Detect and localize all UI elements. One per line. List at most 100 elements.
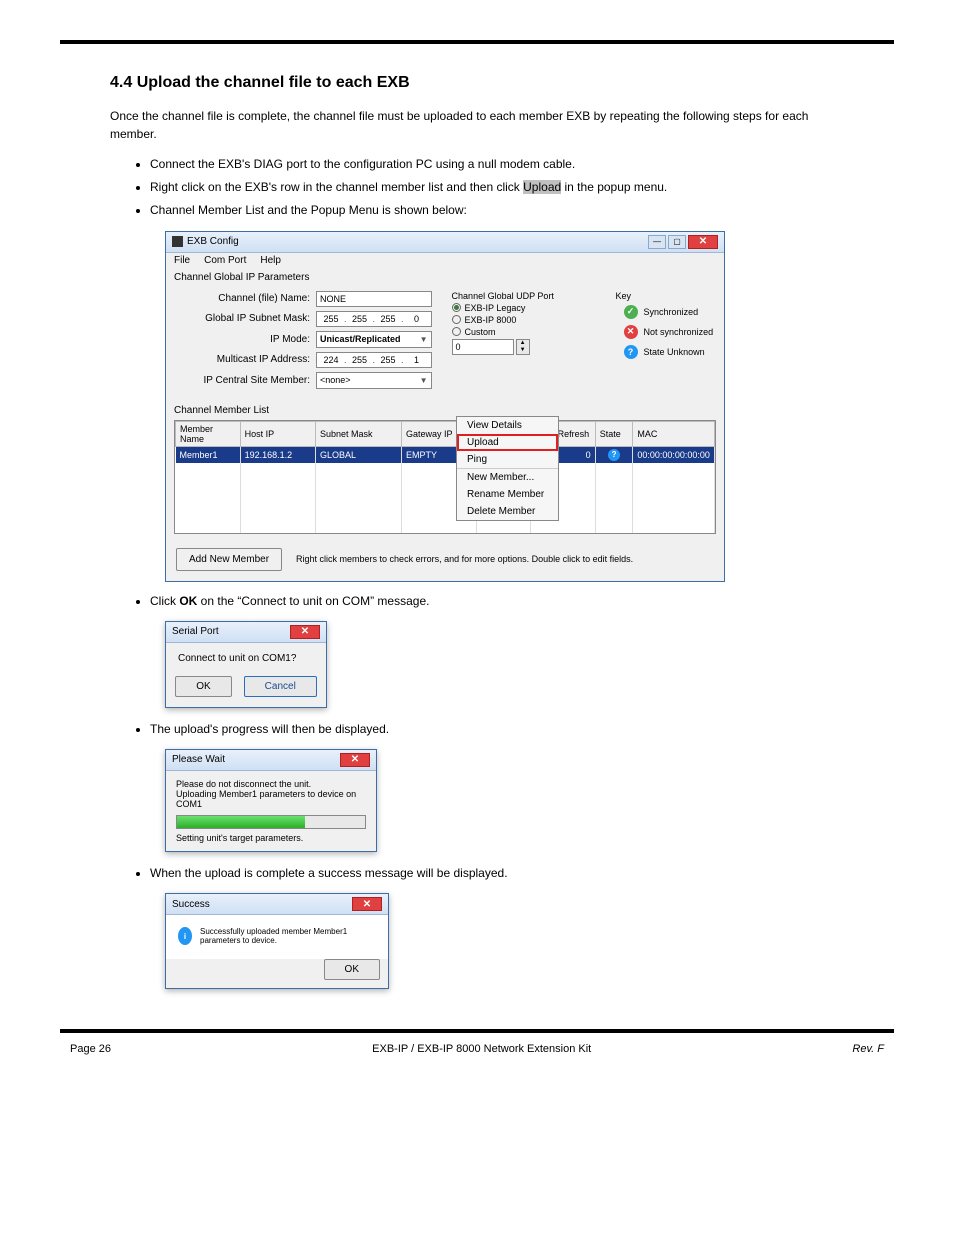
ctx-new-member[interactable]: New Member... [457,468,558,486]
ipmode-select[interactable]: Unicast/Replicated ▼ [316,331,432,348]
radio-8000[interactable] [452,315,461,324]
question-icon: ? [624,345,638,359]
multicast-input[interactable]: 224. 255. 255. 1 [316,352,432,368]
udp-port-stepper[interactable]: ▲▼ [516,339,530,355]
titlebar: EXB Config — ▢ ✕ [166,232,724,253]
top-rule [60,40,894,44]
col-name[interactable]: Member Name [176,421,241,446]
oct1[interactable]: 255 [320,314,342,324]
ipmode-value: Unicast/Replicated [320,334,401,344]
exb-config-window: EXB Config — ▢ ✕ File Com Port Help Chan… [165,231,725,582]
table-row [176,477,715,491]
key-nosync-label: Not synchronized [644,327,714,337]
hint-text: Right click members to check errors, and… [296,554,633,564]
window-title: EXB Config [187,236,239,247]
text: Right click on the EXB's row in the chan… [150,180,523,194]
key-unknown-label: State Unknown [644,347,705,357]
wait-line2: Uploading Member1 parameters to device o… [176,789,366,809]
central-select[interactable]: <none> ▼ [316,372,432,389]
col-mac[interactable]: MAC [633,421,715,446]
ctx-view-details[interactable]: View Details [457,417,558,434]
central-value: <none> [320,375,351,385]
close-button[interactable]: ✕ [290,625,320,639]
oct2[interactable]: 255 [349,314,371,324]
table-row [176,463,715,477]
step-rightclick: Right click on the EXB's row in the chan… [150,178,894,197]
member-list-label: Channel Member List [166,403,724,418]
close-button[interactable]: ✕ [688,235,718,249]
cell-host: 192.168.1.2 [240,446,315,463]
subnet-label: Global IP Subnet Mask: [176,313,316,324]
close-button[interactable]: ✕ [352,897,382,911]
ok-button[interactable]: OK [175,676,231,697]
oct4[interactable]: 0 [406,314,428,324]
ctx-delete-member[interactable]: Delete Member [457,503,558,520]
section-title: 4.4 Upload the channel file to each EXB [60,74,894,92]
close-button[interactable]: ✕ [340,753,370,767]
menu-help[interactable]: Help [260,255,281,266]
key-legend: Key ✓Synchronized ✕Not synchronized ?Sta… [612,291,714,393]
footer-page: Page 26 [70,1043,111,1055]
col-host[interactable]: Host IP [240,421,315,446]
channel-name-label: Channel (file) Name: [176,293,316,304]
wait-line1: Please do not disconnect the unit. [176,779,366,789]
ok-button[interactable]: OK [324,959,380,980]
oct4[interactable]: 1 [406,355,428,365]
upload-highlight: Upload [523,180,561,194]
radio-legacy[interactable] [452,303,461,312]
menubar: File Com Port Help [166,253,724,268]
table-header-row: Member Name Host IP Subnet Mask Gateway … [176,421,715,446]
radio-custom-label: Custom [465,327,496,337]
col-subnet[interactable]: Subnet Mask [315,421,401,446]
udp-port-input[interactable]: 0 [452,339,514,355]
ipmode-label: IP Mode: [176,334,316,345]
chevron-down-icon: ▼ [420,335,428,344]
oct1[interactable]: 224 [320,355,342,365]
radio-custom[interactable] [452,327,461,336]
menu-comport[interactable]: Com Port [204,255,246,266]
chevron-down-icon: ▼ [420,376,428,385]
key-sync-label: Synchronized [644,307,699,317]
check-icon: ✓ [624,305,638,319]
maximize-button[interactable]: ▢ [668,235,686,249]
global-params-label: Channel Global IP Parameters [166,268,724,287]
footer-title: EXB-IP / EXB-IP 8000 Network Extension K… [372,1043,591,1055]
dialog-title: Success [172,899,210,910]
menu-file[interactable]: File [174,255,190,266]
ctx-ping[interactable]: Ping [457,451,558,468]
add-new-member-button[interactable]: Add New Member [176,548,282,571]
oct3[interactable]: 255 [377,314,399,324]
ctx-rename-member[interactable]: Rename Member [457,486,558,503]
oct2[interactable]: 255 [349,355,371,365]
progress-fill [177,816,305,828]
table-row [176,491,715,505]
footer-rev: Rev. F [852,1043,884,1055]
oct3[interactable]: 255 [377,355,399,365]
dialog-title: Serial Port [172,626,219,637]
multicast-label: Multicast IP Address: [176,354,316,365]
intro-paragraph: Once the channel file is complete, the c… [60,107,894,143]
app-icon [172,236,183,247]
channel-name-value: NONE [316,291,432,307]
serial-port-dialog: Serial Port ✕ Connect to unit on COM1? O… [165,621,327,708]
text: on the “Connect to unit on COM” message. [197,594,429,608]
context-menu: View Details Upload Ping New Member... R… [456,416,559,521]
cell-state: ? [595,446,633,463]
success-dialog: Success ✕ i Successfully uploaded member… [165,893,389,989]
table-row[interactable]: Member1 192.168.1.2 GLOBAL EMPTY 0 ? 00:… [176,446,715,463]
please-wait-dialog: Please Wait ✕ Please do not disconnect t… [165,749,377,852]
minimize-button[interactable]: — [648,235,666,249]
udp-port-group: Channel Global UDP Port EXB-IP Legacy EX… [452,291,592,393]
col-state[interactable]: State [595,421,633,446]
x-icon: ✕ [624,325,638,339]
cell-subnet: GLOBAL [315,446,401,463]
ctx-upload[interactable]: Upload [457,434,558,451]
subnet-input[interactable]: 255. 255. 255. 0 [316,311,432,327]
cancel-button[interactable]: Cancel [244,676,317,697]
step-progress: The upload's progress will then be displ… [150,720,894,739]
info-icon: i [178,927,192,945]
table-row [176,505,715,519]
question-icon: ? [608,449,620,461]
cell-mac: 00:00:00:00:00:00 [633,446,715,463]
radio-8000-label: EXB-IP 8000 [465,315,517,325]
